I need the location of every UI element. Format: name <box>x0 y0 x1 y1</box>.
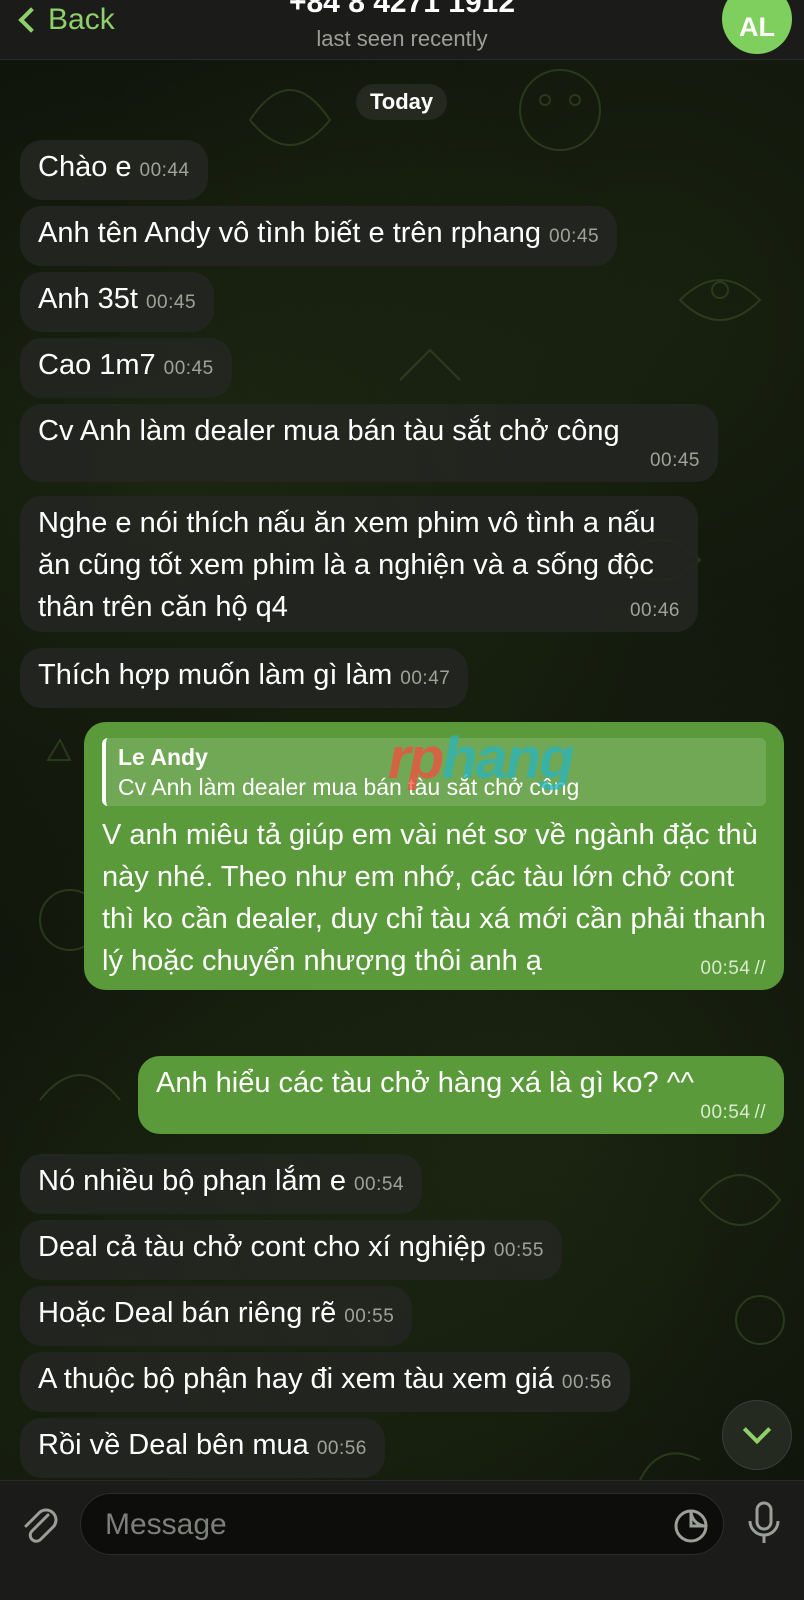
message-time: 00:45 <box>549 226 600 247</box>
message-input[interactable]: Message <box>80 1493 724 1555</box>
message-incoming[interactable]: A thuộc bộ phận hay đi xem tàu xem giá 00… <box>20 1352 630 1412</box>
message-text: Thích hợp muốn làm gì làm <box>38 659 393 691</box>
message-text: Cao 1m7 <box>38 349 156 381</box>
message-placeholder: Message <box>105 1508 227 1541</box>
message-incoming[interactable]: Hoặc Deal bán riêng rẽ 00:55 <box>20 1286 413 1346</box>
message-text: Cv Anh làm dealer mua bán tàu sắt chở cô… <box>38 415 620 447</box>
message-incoming[interactable]: Nó nhiều bộ phạn lắm e 00:54 <box>20 1154 422 1214</box>
message-time: 00:54 <box>700 1102 751 1123</box>
scroll-to-bottom-button[interactable] <box>722 1400 792 1470</box>
composer-bar: Message <box>0 1480 804 1600</box>
message-text: Anh 35t <box>38 283 138 315</box>
contact-info[interactable]: +84 8 4271 1912 last seen recently <box>0 0 804 52</box>
message-time: 00:55 <box>493 1240 544 1261</box>
message-text: Rồi về Deal bên mua <box>38 1429 309 1461</box>
message-time: 00:54 <box>353 1174 404 1195</box>
message-list[interactable]: Today Chào e 00:44 Anh tên Andy vô tình b… <box>0 60 804 1480</box>
message-incoming[interactable]: Deal cả tàu chở cont cho xí nghiệp 00:55 <box>20 1220 562 1280</box>
message-time: 00:55 <box>344 1306 395 1327</box>
message-time: 00:44 <box>139 160 190 181</box>
sticker-icon[interactable] <box>673 1508 709 1544</box>
message-incoming[interactable]: Cv Anh làm dealer mua bán tàu sắt chở cô… <box>20 404 718 482</box>
message-incoming[interactable]: Chào e 00:44 <box>20 140 208 200</box>
message-time: 00:56 <box>561 1372 612 1393</box>
message-time: 00:54 <box>700 958 751 979</box>
double-check-icon: // <box>754 958 766 979</box>
message-text: Anh hiểu các tàu chở hàng xá là gì ko? ^… <box>156 1067 694 1099</box>
message-incoming[interactable]: Cao 1m7 00:45 <box>20 338 232 398</box>
message-outgoing[interactable]: Anh hiểu các tàu chở hàng xá là gì ko? ^… <box>138 1056 784 1134</box>
message-time: 00:56 <box>316 1438 367 1459</box>
message-time: 00:45 <box>145 292 197 313</box>
message-time: 00:45 <box>163 358 214 379</box>
reply-quote[interactable]: Le Andy Cv Anh làm dealer mua bán tàu sắ… <box>102 726 766 806</box>
message-outgoing[interactable]: Le Andy Cv Anh làm dealer mua bán tàu sắ… <box>84 722 784 990</box>
message-incoming[interactable]: Nghe e nói thích nấu ăn xem phim vô tình… <box>20 496 698 632</box>
message-text: Nó nhiều bộ phạn lắm e <box>38 1165 346 1197</box>
message-incoming[interactable]: Anh tên Andy vô tình biết e trên rphang 0… <box>20 206 618 266</box>
message-text: Hoặc Deal bán riêng rẽ <box>38 1297 337 1329</box>
double-check-icon: // <box>754 1102 766 1123</box>
message-text: A thuộc bộ phận hay đi xem tàu xem giá <box>38 1363 554 1395</box>
message-incoming[interactable]: Thích hợp muốn làm gì làm 00:47 <box>20 648 469 708</box>
message-text: Chào e <box>38 151 132 183</box>
message-incoming[interactable]: Anh 35t 00:45 <box>20 272 215 332</box>
message-time: 00:47 <box>400 668 451 689</box>
message-text: Anh tên Andy vô tình biết e trên rphang <box>38 217 542 249</box>
chat-header: Back +84 8 4271 1912 last seen recently … <box>0 0 804 60</box>
date-separator: Today <box>356 84 448 120</box>
rphang-watermark: rphang <box>388 726 575 791</box>
paperclip-icon[interactable] <box>18 1503 62 1547</box>
contact-name: +84 8 4271 1912 <box>288 0 516 19</box>
message-incoming[interactable]: Rồi về Deal bên mua 00:56 <box>20 1418 385 1478</box>
last-seen-status: last seen recently <box>316 26 488 51</box>
microphone-icon[interactable] <box>744 1499 784 1549</box>
chevron-down-icon <box>742 1415 772 1445</box>
message-text: Deal cả tàu chở cont cho xí nghiệp <box>38 1231 486 1263</box>
